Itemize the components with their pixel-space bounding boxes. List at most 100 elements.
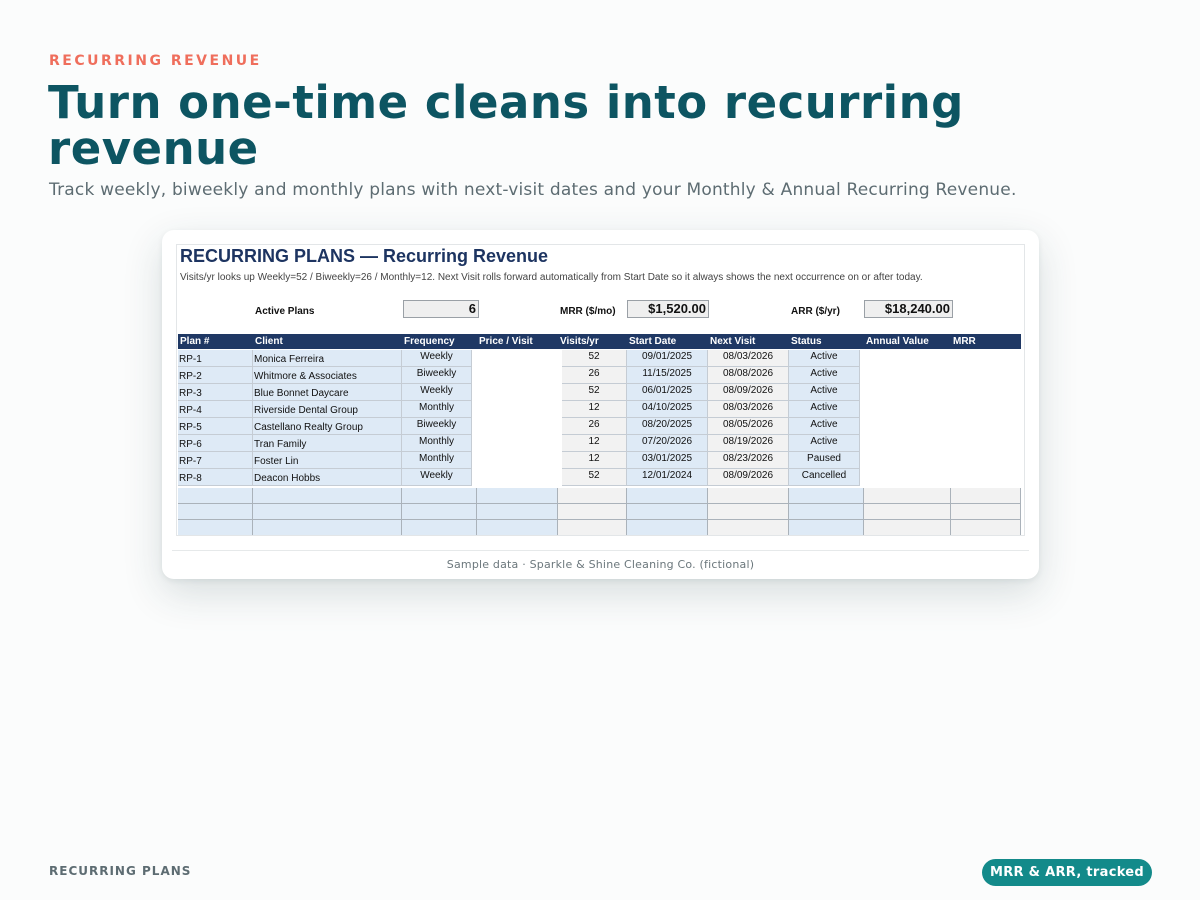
empty-cell[interactable]: [864, 520, 951, 535]
start-date-cell[interactable]: 07/20/2026: [627, 435, 708, 452]
frequency-cell[interactable]: Biweekly: [402, 418, 472, 435]
arr-value[interactable]: $18,240.00: [864, 300, 953, 318]
column-header[interactable]: Start Date: [627, 334, 676, 349]
start-date-cell[interactable]: 11/15/2025: [627, 367, 708, 384]
plan-id-cell[interactable]: RP-6: [178, 435, 253, 452]
empty-cell[interactable]: [558, 520, 627, 535]
column-header[interactable]: Visits/yr: [558, 334, 599, 349]
client-cell[interactable]: Blue Bonnet Daycare: [253, 384, 402, 401]
plan-id-cell[interactable]: RP-2: [178, 367, 253, 384]
plan-id-cell[interactable]: RP-4: [178, 401, 253, 418]
price-cell[interactable]: [472, 367, 562, 384]
empty-cell[interactable]: [402, 520, 477, 535]
status-cell[interactable]: Active: [789, 367, 860, 384]
start-date-cell[interactable]: 06/01/2025: [627, 384, 708, 401]
empty-cell[interactable]: [558, 504, 627, 520]
mrr-cell[interactable]: [951, 350, 1021, 367]
table-row[interactable]: RP-5 Castellano Realty Group Biweekly 26 08/…: [178, 418, 1021, 435]
visits-cell[interactable]: 52: [562, 469, 627, 486]
frequency-cell[interactable]: Weekly: [402, 350, 472, 367]
annual-value-cell[interactable]: [860, 401, 951, 418]
mrr-cell[interactable]: [951, 452, 1021, 469]
mrr-cell[interactable]: [951, 435, 1021, 452]
plan-id-cell[interactable]: RP-5: [178, 418, 253, 435]
next-visit-cell[interactable]: 08/03/2026: [708, 350, 789, 367]
next-visit-cell[interactable]: 08/23/2026: [708, 452, 789, 469]
price-cell[interactable]: [472, 435, 562, 452]
empty-cell[interactable]: [402, 504, 477, 520]
empty-cell[interactable]: [178, 520, 253, 535]
client-cell[interactable]: Deacon Hobbs: [253, 469, 402, 486]
client-cell[interactable]: Foster Lin: [253, 452, 402, 469]
empty-cell[interactable]: [951, 488, 1021, 504]
plan-id-cell[interactable]: RP-1: [178, 350, 253, 367]
visits-cell[interactable]: 52: [562, 384, 627, 401]
empty-cell[interactable]: [477, 520, 558, 535]
plan-id-cell[interactable]: RP-7: [178, 452, 253, 469]
annual-value-cell[interactable]: [860, 418, 951, 435]
table-row[interactable]: RP-8 Deacon Hobbs Weekly 52 12/01/2024 08/09/…: [178, 469, 1021, 486]
start-date-cell[interactable]: 04/10/2025: [627, 401, 708, 418]
table-row[interactable]: RP-4 Riverside Dental Group Monthly 12 04/10…: [178, 401, 1021, 418]
column-header[interactable]: Status: [789, 334, 822, 349]
frequency-cell[interactable]: Weekly: [402, 469, 472, 486]
annual-value-cell[interactable]: [860, 384, 951, 401]
empty-cell[interactable]: [253, 504, 402, 520]
empty-table-row[interactable]: [178, 504, 1021, 520]
empty-cell[interactable]: [789, 520, 864, 535]
column-header[interactable]: MRR: [951, 334, 976, 349]
price-cell[interactable]: [472, 350, 562, 367]
empty-cell[interactable]: [627, 504, 708, 520]
empty-cell[interactable]: [253, 520, 402, 535]
annual-value-cell[interactable]: [860, 469, 951, 486]
next-visit-cell[interactable]: 08/03/2026: [708, 401, 789, 418]
empty-cell[interactable]: [708, 488, 789, 504]
frequency-cell[interactable]: Monthly: [402, 452, 472, 469]
table-row[interactable]: RP-1 Monica Ferreira Weekly 52 09/01/2025 08/…: [178, 350, 1021, 367]
status-cell[interactable]: Active: [789, 350, 860, 367]
mrr-cell[interactable]: [951, 418, 1021, 435]
status-cell[interactable]: Cancelled: [789, 469, 860, 486]
price-cell[interactable]: [472, 452, 562, 469]
price-cell[interactable]: [472, 384, 562, 401]
mrr-value[interactable]: $1,520.00: [627, 300, 709, 318]
next-visit-cell[interactable]: 08/08/2026: [708, 367, 789, 384]
empty-cell[interactable]: [708, 504, 789, 520]
empty-cell[interactable]: [951, 504, 1021, 520]
start-date-cell[interactable]: 03/01/2025: [627, 452, 708, 469]
client-cell[interactable]: Monica Ferreira: [253, 350, 402, 367]
column-header[interactable]: Annual Value: [864, 334, 929, 349]
empty-cell[interactable]: [951, 520, 1021, 535]
active-plans-value[interactable]: 6: [403, 300, 479, 318]
status-cell[interactable]: Active: [789, 384, 860, 401]
empty-cell[interactable]: [178, 504, 253, 520]
next-visit-cell[interactable]: 08/09/2026: [708, 384, 789, 401]
empty-cell[interactable]: [627, 520, 708, 535]
visits-cell[interactable]: 26: [562, 367, 627, 384]
empty-table-row[interactable]: [178, 488, 1021, 504]
empty-cell[interactable]: [708, 520, 789, 535]
mrr-cell[interactable]: [951, 367, 1021, 384]
mrr-cell[interactable]: [951, 384, 1021, 401]
empty-cell[interactable]: [789, 504, 864, 520]
start-date-cell[interactable]: 12/01/2024: [627, 469, 708, 486]
empty-cell[interactable]: [864, 488, 951, 504]
status-cell[interactable]: Paused: [789, 452, 860, 469]
visits-cell[interactable]: 52: [562, 350, 627, 367]
next-visit-cell[interactable]: 08/19/2026: [708, 435, 789, 452]
table-row[interactable]: RP-6 Tran Family Monthly 12 07/20/2026 08/19/…: [178, 435, 1021, 452]
annual-value-cell[interactable]: [860, 367, 951, 384]
empty-cell[interactable]: [402, 488, 477, 504]
empty-cell[interactable]: [864, 504, 951, 520]
table-row[interactable]: RP-2 Whitmore & Associates Biweekly 26 11/15…: [178, 367, 1021, 384]
frequency-cell[interactable]: Biweekly: [402, 367, 472, 384]
price-cell[interactable]: [472, 469, 562, 486]
column-header[interactable]: Client: [253, 334, 283, 349]
client-cell[interactable]: Tran Family: [253, 435, 402, 452]
empty-cell[interactable]: [477, 504, 558, 520]
start-date-cell[interactable]: 09/01/2025: [627, 350, 708, 367]
column-header[interactable]: Frequency: [402, 334, 455, 349]
empty-cell[interactable]: [558, 488, 627, 504]
spreadsheet[interactable]: RECURRING PLANS — Recurring Revenue Visi…: [176, 244, 1025, 536]
visits-cell[interactable]: 26: [562, 418, 627, 435]
